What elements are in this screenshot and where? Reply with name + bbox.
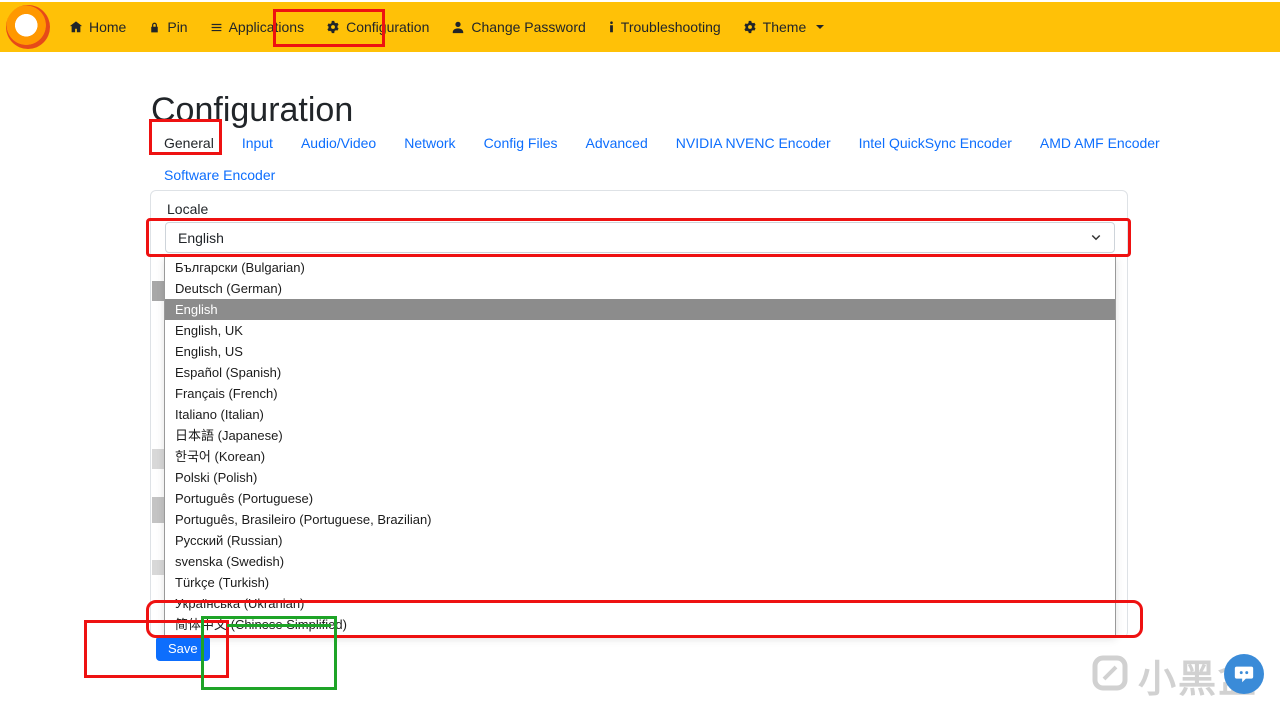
nav-applications[interactable]: Applications [199, 2, 316, 52]
tab-config-files[interactable]: Config Files [470, 127, 572, 159]
nav-troubleshooting-label: Troubleshooting [620, 19, 721, 35]
top-navbar: Home Pin Applications Configuration Chan… [0, 2, 1280, 52]
user-icon [451, 20, 465, 34]
tab-general[interactable]: General [150, 127, 228, 159]
page-title: Configuration [151, 90, 354, 129]
dropdown-option-russian[interactable]: Русский (Russian) [165, 530, 1115, 551]
dropdown-option-turkish[interactable]: Türkçe (Turkish) [165, 572, 1115, 593]
nav-configuration[interactable]: Configuration [315, 2, 440, 52]
chevron-down-icon [1090, 230, 1102, 246]
sunshine-logo[interactable] [6, 5, 50, 49]
sunshine-config-page: Home Pin Applications Configuration Chan… [0, 0, 1280, 710]
tab-software-encoder[interactable]: Software Encoder [150, 159, 289, 191]
dropdown-option-english-uk[interactable]: English, UK [165, 320, 1115, 341]
tabs-row-2: Software Encoder [150, 159, 1155, 191]
info-icon [608, 20, 615, 34]
locale-dropdown-list: Български (Bulgarian) Deutsch (German) E… [164, 256, 1116, 636]
nav-theme-label: Theme [762, 19, 807, 35]
lock-icon [148, 21, 161, 34]
dropdown-option-ukrainian[interactable]: Українська (Ukranian) [165, 593, 1115, 614]
nav-change-password[interactable]: Change Password [440, 2, 596, 52]
gear-icon [326, 20, 340, 34]
nav-theme[interactable]: Theme [732, 2, 836, 52]
nav-change-password-label: Change Password [471, 19, 586, 35]
chevron-down-icon [816, 25, 825, 29]
home-icon [69, 20, 83, 34]
nav-configuration-label: Configuration [346, 19, 430, 35]
dropdown-option-spanish[interactable]: Español (Spanish) [165, 362, 1115, 383]
dropdown-option-chinese-simplified[interactable]: 简体中文 (Chinese Simplified) [165, 614, 1115, 635]
nav-pin[interactable]: Pin [137, 2, 198, 52]
tab-intel-quicksync[interactable]: Intel QuickSync Encoder [845, 127, 1026, 159]
nav-home[interactable]: Home [58, 2, 137, 52]
tab-nvidia-nvenc[interactable]: NVIDIA NVENC Encoder [662, 127, 845, 159]
nav-home-label: Home [89, 19, 127, 35]
locale-select[interactable]: English [165, 222, 1115, 253]
gear-icon [743, 20, 757, 34]
dropdown-option-italian[interactable]: Italiano (Italian) [165, 404, 1115, 425]
dropdown-option-french[interactable]: Français (French) [165, 383, 1115, 404]
dropdown-option-english-us[interactable]: English, US [165, 341, 1115, 362]
tab-input[interactable]: Input [228, 127, 287, 159]
dropdown-option-english[interactable]: English [165, 299, 1115, 320]
heybox-logo-icon [1090, 653, 1130, 698]
tab-audio-video[interactable]: Audio/Video [287, 127, 390, 159]
nav-pin-label: Pin [167, 19, 188, 35]
save-button[interactable]: Save [156, 636, 210, 661]
nav-applications-label: Applications [228, 19, 305, 35]
dropdown-option-polish[interactable]: Polski (Polish) [165, 467, 1115, 488]
tab-network[interactable]: Network [390, 127, 469, 159]
tab-amd-amf[interactable]: AMD AMF Encoder [1026, 127, 1174, 159]
locale-select-value: English [178, 229, 224, 246]
nav-troubleshooting[interactable]: Troubleshooting [597, 2, 732, 52]
chat-bubble-icon[interactable] [1224, 654, 1264, 694]
tab-advanced[interactable]: Advanced [571, 127, 661, 159]
tabs-row-1: General Input Audio/Video Network Config… [150, 127, 1160, 159]
dropdown-option-japanese[interactable]: 日本語 (Japanese) [165, 425, 1115, 446]
dropdown-option-swedish[interactable]: svenska (Swedish) [165, 551, 1115, 572]
dropdown-option-korean[interactable]: 한국어 (Korean) [165, 446, 1115, 467]
dropdown-option-portuguese-br[interactable]: Português, Brasileiro (Portuguese, Brazi… [165, 509, 1115, 530]
dropdown-option-bulgarian[interactable]: Български (Bulgarian) [165, 257, 1115, 278]
list-icon [210, 21, 223, 34]
dropdown-option-german[interactable]: Deutsch (German) [165, 278, 1115, 299]
dropdown-option-portuguese[interactable]: Português (Portuguese) [165, 488, 1115, 509]
config-tabs: General Input Audio/Video Network Config… [150, 127, 1160, 191]
locale-label: Locale [167, 201, 209, 217]
